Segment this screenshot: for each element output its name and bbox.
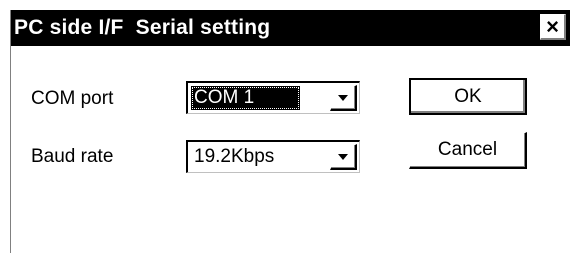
ok-button-label: OK: [454, 85, 482, 107]
com-port-dropdown-button[interactable]: [330, 85, 357, 111]
ok-button[interactable]: OK: [409, 78, 527, 115]
com-port-select[interactable]: COM 1: [186, 81, 360, 114]
baud-rate-value: 19.2Kbps: [194, 146, 275, 167]
chevron-down-icon: [338, 153, 348, 160]
cancel-button[interactable]: Cancel: [409, 132, 527, 169]
close-icon: ×: [546, 13, 559, 39]
baud-rate-dropdown-button[interactable]: [330, 144, 357, 170]
baud-rate-select[interactable]: 19.2Kbps: [186, 140, 360, 173]
serial-setting-dialog: PC side I/F Serial setting × COM port CO…: [10, 10, 570, 253]
com-port-value: COM 1: [191, 86, 300, 110]
title-bar[interactable]: PC side I/F Serial setting ×: [11, 10, 570, 46]
baud-rate-label: Baud rate: [31, 146, 114, 167]
window-title: PC side I/F Serial setting: [14, 16, 271, 39]
close-button[interactable]: ×: [540, 14, 566, 40]
cancel-button-label: Cancel: [437, 139, 498, 160]
com-port-label: COM port: [31, 88, 114, 109]
chevron-down-icon: [338, 94, 348, 101]
